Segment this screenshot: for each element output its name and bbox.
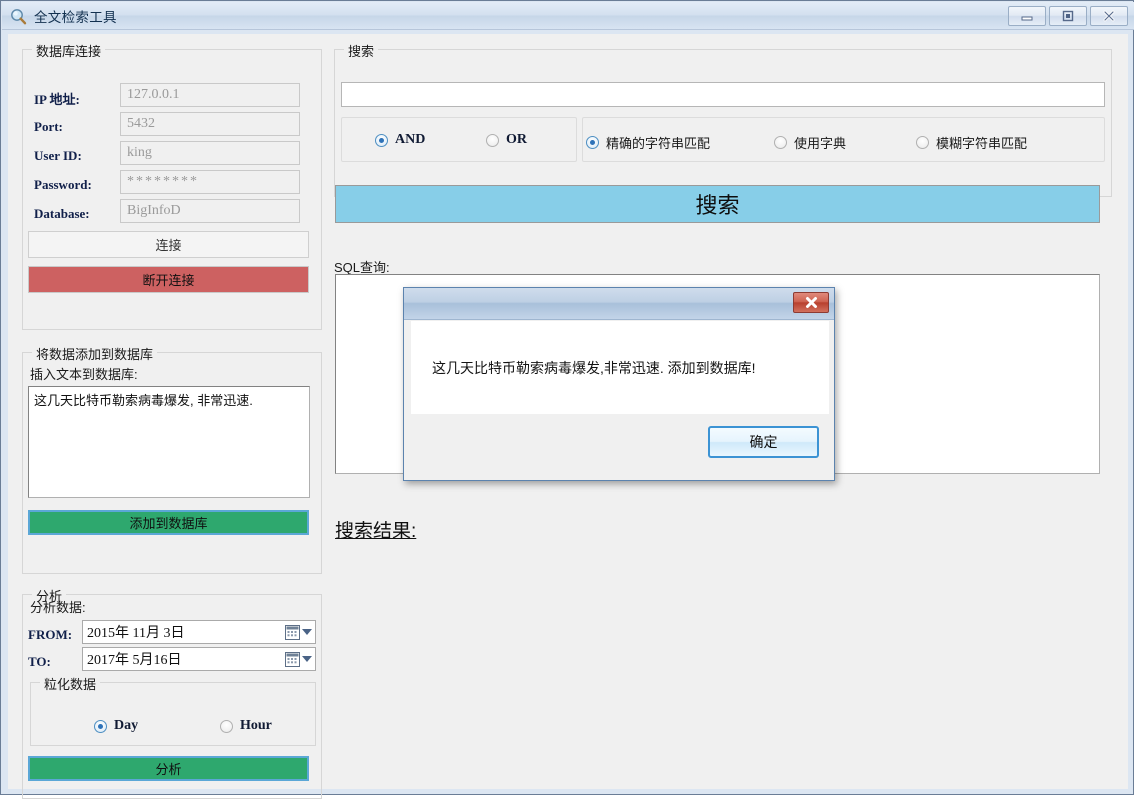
radio-day[interactable]: [94, 719, 107, 733]
user-id-field[interactable]: king: [120, 141, 300, 165]
match-option-exact[interactable]: 精确的字符串匹配: [586, 133, 710, 152]
restore-icon: [1062, 10, 1074, 22]
disconnect-button-label: 断开连接: [142, 273, 195, 288]
confirmation-dialog: 这几天比特币勒索病毒爆发,非常迅速. 添加到数据库! 确定: [403, 287, 835, 481]
from-date-picker[interactable]: 2015年 11月 3日: [82, 620, 316, 644]
window-title: 全文检索工具: [34, 10, 117, 25]
magnifier-icon: [10, 8, 27, 25]
dialog-title-bar: [404, 288, 834, 320]
database-field[interactable]: BigInfoD: [120, 199, 300, 223]
radio-hour[interactable]: [220, 719, 233, 733]
port-field[interactable]: 5432: [120, 112, 300, 136]
ip-address-field[interactable]: 127.0.0.1: [120, 83, 300, 107]
insert-text-value: 这几天比特币勒索病毒爆发, 非常迅速.: [34, 393, 253, 408]
title-bar-left: 全文检索工具: [10, 6, 117, 26]
chevron-down-icon[interactable]: [302, 656, 312, 662]
granularity-group: 粒化数据: [30, 674, 316, 746]
dialog-body: 这几天比特币勒索病毒爆发,非常迅速. 添加到数据库!: [411, 321, 829, 414]
radio-use-dictionary[interactable]: [774, 136, 787, 149]
insert-text-label: 插入文本到数据库:: [30, 367, 138, 382]
radio-fuzzy-match[interactable]: [916, 136, 929, 149]
ip-address-label: IP 地址:: [34, 92, 80, 107]
from-label: FROM:: [28, 627, 73, 642]
add-to-database-label: 添加到数据库: [129, 516, 208, 531]
logic-or-label: OR: [506, 132, 527, 147]
from-date-value: 2015年 11月 3日: [87, 626, 185, 641]
close-button[interactable]: [1090, 6, 1128, 26]
maximize-button[interactable]: [1049, 6, 1087, 26]
dialog-ok-button[interactable]: 确定: [708, 426, 819, 458]
dialog-close-button[interactable]: [793, 292, 829, 313]
window-controls: [1008, 6, 1128, 26]
insert-text-textarea[interactable]: 这几天比特币勒索病毒爆发, 非常迅速.: [28, 386, 310, 498]
password-label: Password:: [34, 177, 92, 192]
user-id-value: king: [127, 145, 152, 160]
connect-button-label: 连接: [155, 238, 182, 253]
calendar-icon[interactable]: [285, 651, 300, 667]
close-icon: [1103, 10, 1115, 22]
analyze-button-label: 分析: [155, 762, 182, 777]
user-id-label: User ID:: [34, 148, 82, 163]
granularity-group-title: 粒化数据: [40, 674, 101, 693]
match-dictionary-label: 使用字典: [794, 136, 847, 151]
radio-and[interactable]: [375, 133, 388, 147]
granularity-day-label: Day: [114, 718, 139, 733]
dialog-ok-label: 确定: [749, 434, 778, 450]
match-option-dictionary[interactable]: 使用字典: [774, 133, 846, 152]
database-value: BigInfoD: [127, 203, 181, 218]
ip-address-value: 127.0.0.1: [127, 87, 180, 102]
match-option-fuzzy[interactable]: 模糊字符串匹配: [916, 133, 1027, 152]
disconnect-button[interactable]: 断开连接: [28, 266, 309, 293]
minimize-button[interactable]: [1008, 6, 1046, 26]
search-results-label: 搜索结果:: [335, 521, 417, 542]
radio-or[interactable]: [486, 133, 499, 147]
granularity-option-day[interactable]: Day: [94, 718, 138, 734]
logic-option-and[interactable]: AND: [375, 132, 425, 148]
match-exact-label: 精确的字符串匹配: [606, 136, 711, 151]
add-data-group-title: 将数据添加到数据库: [32, 344, 158, 363]
search-query-input[interactable]: [341, 82, 1105, 107]
to-label: TO:: [28, 654, 51, 669]
password-value: ********: [127, 174, 199, 189]
app-window: 全文检索工具 数据库连接 IP 地址: 127.0.0.1 Port: 5432…: [0, 0, 1134, 799]
search-button-label: 搜索: [695, 193, 740, 218]
port-value: 5432: [127, 116, 155, 131]
db-connection-group-title: 数据库连接: [32, 41, 106, 60]
radio-exact-match[interactable]: [586, 136, 599, 149]
logic-option-or[interactable]: OR: [486, 132, 527, 148]
to-date-picker[interactable]: 2017年 5月16日: [82, 647, 316, 671]
port-label: Port:: [34, 119, 63, 134]
logic-and-label: AND: [395, 132, 426, 147]
to-date-controls[interactable]: [285, 651, 315, 667]
search-group-title: 搜索: [344, 41, 379, 60]
add-to-database-button[interactable]: 添加到数据库: [28, 510, 309, 535]
close-icon: [805, 297, 817, 308]
title-bar: 全文检索工具: [2, 2, 1134, 30]
match-fuzzy-label: 模糊字符串匹配: [936, 136, 1028, 151]
password-field[interactable]: ********: [120, 170, 300, 194]
granularity-option-hour[interactable]: Hour: [220, 718, 272, 734]
database-label: Database:: [34, 206, 90, 221]
chevron-down-icon[interactable]: [302, 629, 312, 635]
from-date-controls[interactable]: [285, 624, 315, 640]
minimize-icon: [1021, 16, 1033, 21]
to-date-value: 2017年 5月16日: [87, 653, 182, 668]
granularity-hour-label: Hour: [240, 718, 272, 733]
dialog-footer: 确定: [411, 414, 829, 474]
search-button[interactable]: 搜索: [335, 185, 1100, 223]
calendar-icon[interactable]: [285, 624, 300, 640]
dialog-message: 这几天比特币勒索病毒爆发,非常迅速. 添加到数据库!: [432, 359, 756, 376]
connect-button[interactable]: 连接: [28, 231, 309, 258]
analysis-data-label: 分析数据:: [30, 600, 86, 615]
analyze-button[interactable]: 分析: [28, 756, 309, 781]
